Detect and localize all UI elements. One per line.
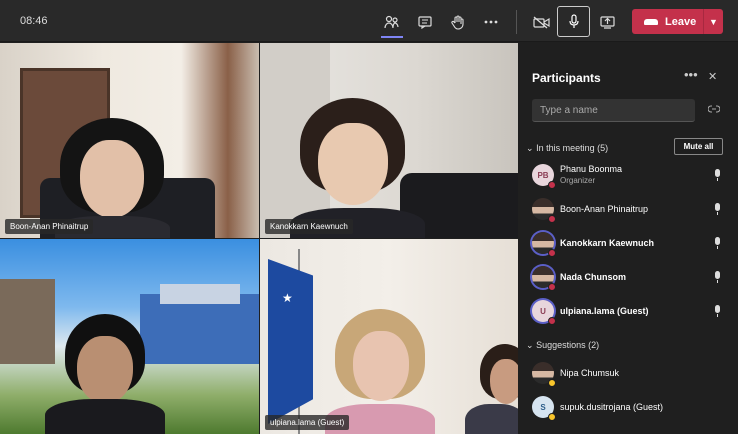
participant-name: Nada Chunsom xyxy=(560,272,627,282)
raise-hand-icon[interactable] xyxy=(444,8,472,36)
phone-icon xyxy=(644,18,658,25)
toolbar-divider xyxy=(516,10,517,34)
meeting-timer: 08:46 xyxy=(20,15,48,27)
participant-row[interactable]: U ulpiana.lama (Guest) xyxy=(518,297,738,327)
suggestion-name: Nipa Chumsuk xyxy=(560,368,620,378)
microphone-icon xyxy=(714,237,721,249)
participant-row[interactable]: Boon-Anan Phinaitrup xyxy=(518,195,738,225)
background-building xyxy=(160,284,240,304)
suggestions-label: Suggestions (2) xyxy=(536,340,600,350)
leave-button[interactable]: Leave ▼ xyxy=(632,9,723,34)
star-icon: ★ xyxy=(282,291,293,305)
participant-name-tag: Boon-Anan Phinaitrup xyxy=(5,219,94,234)
kosovo-flag xyxy=(268,259,313,424)
presence-badge xyxy=(548,413,556,421)
panel-title: Participants xyxy=(532,71,601,85)
chevron-down-icon[interactable]: ▼ xyxy=(703,9,723,34)
presence-badge xyxy=(548,379,556,387)
video-tile[interactable] xyxy=(0,239,259,434)
presence-badge xyxy=(548,249,556,257)
background-building xyxy=(140,294,259,364)
microphone-icon xyxy=(714,169,721,181)
meeting-toolbar: 08:46 Leave ▼ xyxy=(0,0,738,42)
participant-name-tag: ulpiana.lama (Guest) xyxy=(265,415,350,430)
participant-name: Phanu Boonma xyxy=(560,164,623,174)
people-icon[interactable] xyxy=(378,8,406,38)
microphone-button[interactable] xyxy=(557,6,590,37)
participant-name: Boon-Anan Phinaitrup xyxy=(560,204,649,214)
participant-name-tag: Kanokkarn Kaewnuch xyxy=(265,219,353,234)
more-options-icon[interactable] xyxy=(477,8,505,36)
camera-off-icon[interactable] xyxy=(527,8,555,36)
video-tile[interactable]: Boon-Anan Phinaitrup xyxy=(0,43,259,238)
in-meeting-label: In this meeting (5) xyxy=(536,143,609,153)
participant-name: Kanokkarn Kaewnuch xyxy=(560,238,655,248)
video-tile[interactable]: Kanokkarn Kaewnuch xyxy=(260,43,518,238)
participant-name: ulpiana.lama (Guest) xyxy=(560,306,649,316)
participant-row[interactable]: Nada Chunsom xyxy=(518,263,738,293)
mute-all-button[interactable]: Mute all xyxy=(674,138,723,155)
search-input[interactable]: Type a name xyxy=(532,99,695,122)
participants-panel: Participants ••• ✕ Type a name ⌄ In this… xyxy=(518,43,738,434)
participant-row[interactable]: PB Phanu Boonma Organizer xyxy=(518,161,738,191)
presence-badge xyxy=(548,317,556,325)
microphone-icon xyxy=(568,14,579,28)
suggestion-name: supuk.dusitrojana (Guest) xyxy=(560,402,664,412)
video-tile[interactable]: ★ ulpiana.lama (Guest) xyxy=(260,239,518,434)
suggestion-row[interactable]: Nipa Chumsuk xyxy=(518,359,738,389)
background-building xyxy=(0,279,55,364)
participant-role: Organizer xyxy=(560,176,596,185)
suggestions-section[interactable]: ⌄ Suggestions (2) xyxy=(526,340,599,351)
suggestion-row[interactable]: S supuk.dusitrojana (Guest) xyxy=(518,393,738,423)
microphone-icon xyxy=(714,271,721,283)
participant-row[interactable]: Kanokkarn Kaewnuch xyxy=(518,229,738,259)
microphone-icon xyxy=(714,305,721,317)
leave-label: Leave xyxy=(665,15,697,28)
chevron-down-icon: ⌄ xyxy=(526,143,534,153)
more-options-icon[interactable]: ••• xyxy=(684,67,698,82)
in-meeting-section[interactable]: ⌄ In this meeting (5) xyxy=(526,143,608,154)
share-invite-icon[interactable] xyxy=(707,105,721,116)
chat-icon[interactable] xyxy=(411,8,439,36)
chevron-down-icon: ⌄ xyxy=(526,340,534,350)
presence-badge xyxy=(548,215,556,223)
close-icon[interactable]: ✕ xyxy=(708,70,717,83)
video-grid: Boon-Anan Phinaitrup Kanokkarn Kaewnuch … xyxy=(0,43,518,434)
presence-badge xyxy=(548,283,556,291)
presence-badge xyxy=(548,181,556,189)
microphone-icon xyxy=(714,203,721,215)
share-screen-icon[interactable] xyxy=(593,8,621,36)
